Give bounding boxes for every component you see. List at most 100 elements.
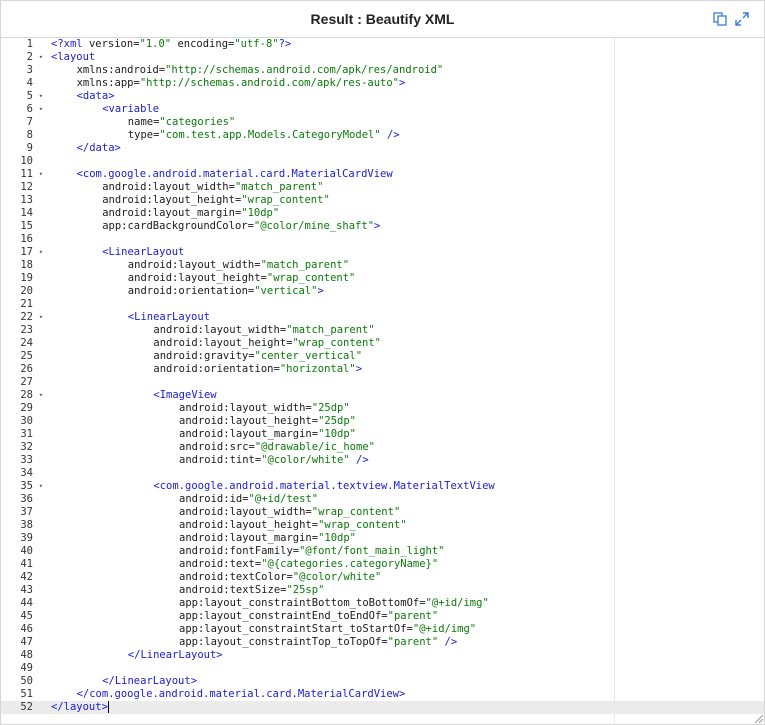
- code-line[interactable]: <variable: [45, 103, 764, 116]
- line-number-text: 32: [20, 441, 33, 453]
- fold-arrow-icon[interactable]: ▾: [39, 51, 43, 64]
- code-line[interactable]: android:textColor="@color/white": [45, 571, 764, 584]
- code-line[interactable]: xmlns:android="http://schemas.android.co…: [45, 64, 764, 77]
- code-line[interactable]: app:layout_constraintEnd_toEndOf="parent…: [45, 610, 764, 623]
- line-number: 43: [1, 584, 45, 597]
- fold-arrow-icon[interactable]: ▾: [39, 311, 43, 324]
- code-line[interactable]: </data>: [45, 142, 764, 155]
- code-line[interactable]: android:layout_height="wrap_content": [45, 337, 764, 350]
- code-line[interactable]: name="categories": [45, 116, 764, 129]
- copy-icon[interactable]: [712, 11, 728, 27]
- code-token: android:layout_width=: [179, 402, 312, 414]
- code-line[interactable]: android:layout_height="wrap_content": [45, 519, 764, 532]
- code-line[interactable]: app:layout_constraintBottom_toBottomOf="…: [45, 597, 764, 610]
- code-token: "wrap_content": [241, 194, 330, 206]
- line-number: 34: [1, 467, 45, 480]
- code-token: <?xml: [51, 38, 89, 50]
- code-line[interactable]: </com.google.android.material.card.Mater…: [45, 688, 764, 701]
- line-number: 10: [1, 155, 45, 168]
- code-line[interactable]: android:layout_height="25dp": [45, 415, 764, 428]
- line-number-text: 48: [20, 649, 33, 661]
- code-line[interactable]: android:fontFamily="@font/font_main_ligh…: [45, 545, 764, 558]
- code-line[interactable]: android:layout_margin="10dp": [45, 532, 764, 545]
- code-line[interactable]: android:layout_height="wrap_content": [45, 272, 764, 285]
- code-line[interactable]: android:textSize="25sp": [45, 584, 764, 597]
- code-token: />: [349, 454, 369, 466]
- line-number: 47: [1, 636, 45, 649]
- code-line[interactable]: [45, 662, 764, 675]
- code-line[interactable]: android:orientation="horizontal">: [45, 363, 764, 376]
- code-line[interactable]: <?xml version="1.0" encoding="utf-8"?>: [45, 38, 764, 51]
- code-line[interactable]: type="com.test.app.Models.CategoryModel"…: [45, 129, 764, 142]
- code-line[interactable]: [45, 233, 764, 246]
- line-number-text: 28: [20, 389, 33, 401]
- line-number-text: 5: [26, 90, 33, 102]
- code-line[interactable]: [45, 298, 764, 311]
- code-line[interactable]: <LinearLayout: [45, 311, 764, 324]
- resize-handle-icon[interactable]: [755, 715, 763, 723]
- code-line[interactable]: <layout: [45, 51, 764, 64]
- code-line[interactable]: <com.google.android.material.textview.Ma…: [45, 480, 764, 493]
- code-line[interactable]: android:src="@drawable/ic_home": [45, 441, 764, 454]
- line-number: 16: [1, 233, 45, 246]
- line-number: 42: [1, 571, 45, 584]
- code-line[interactable]: android:tint="@color/white" />: [45, 454, 764, 467]
- line-number-text: 52: [20, 701, 33, 713]
- line-number-text: 29: [20, 402, 33, 414]
- code-line[interactable]: android:text="@{categories.categoryName}…: [45, 558, 764, 571]
- code-line[interactable]: [45, 467, 764, 480]
- code-line[interactable]: android:layout_width="match_parent": [45, 181, 764, 194]
- code-line[interactable]: android:layout_height="wrap_content": [45, 194, 764, 207]
- code-line[interactable]: android:orientation="vertical">: [45, 285, 764, 298]
- code-line[interactable]: android:layout_width="wrap_content": [45, 506, 764, 519]
- code-line[interactable]: xmlns:app="http://schemas.android.com/ap…: [45, 77, 764, 90]
- code-line[interactable]: android:layout_width="match_parent": [45, 324, 764, 337]
- code-line[interactable]: android:gravity="center_vertical": [45, 350, 764, 363]
- fold-arrow-icon[interactable]: ▾: [39, 90, 43, 103]
- code-line[interactable]: <com.google.android.material.card.Materi…: [45, 168, 764, 181]
- code-line[interactable]: android:layout_width="match_parent": [45, 259, 764, 272]
- line-number-text: 17: [20, 246, 33, 258]
- line-number: 24: [1, 337, 45, 350]
- line-number: 35 ▾: [1, 480, 45, 493]
- code-line[interactable]: android:layout_margin="10dp": [45, 207, 764, 220]
- code-token: </LinearLayout>: [127, 649, 223, 661]
- code-line[interactable]: android:id="@+id/test": [45, 493, 764, 506]
- fold-arrow-icon[interactable]: ▾: [39, 103, 43, 116]
- code-line[interactable]: [45, 376, 764, 389]
- line-number-text: 23: [20, 324, 33, 336]
- fold-arrow-icon[interactable]: ▾: [39, 480, 43, 493]
- code-token: "categories": [159, 116, 236, 128]
- line-number: 1: [1, 38, 45, 51]
- line-number-text: 9: [26, 142, 33, 154]
- line-number: 45: [1, 610, 45, 623]
- line-number: 25: [1, 350, 45, 363]
- code-line[interactable]: </layout>: [45, 701, 764, 714]
- code-line[interactable]: </LinearLayout>: [45, 649, 764, 662]
- code-line[interactable]: <ImageView: [45, 389, 764, 402]
- line-number: 44: [1, 597, 45, 610]
- line-number: 49: [1, 662, 45, 675]
- fold-arrow-icon[interactable]: ▾: [39, 246, 43, 259]
- code-line[interactable]: app:layout_constraintTop_toTopOf="parent…: [45, 636, 764, 649]
- code-token: />: [438, 636, 458, 648]
- code-line[interactable]: app:cardBackgroundColor="@color/mine_sha…: [45, 220, 764, 233]
- line-number-text: 34: [20, 467, 33, 479]
- code-line[interactable]: android:layout_width="25dp": [45, 402, 764, 415]
- code-line[interactable]: [45, 155, 764, 168]
- fold-arrow-icon[interactable]: ▾: [39, 389, 43, 402]
- code-editor[interactable]: 1 2 ▾ 3 4 5 ▾ 6 ▾ 7 8 9 10 11 ▾ 12 13 14 15 16 17 ▾ 18 19 20 21 22…: [1, 38, 764, 724]
- code-area[interactable]: <?xml version="1.0" encoding="utf-8"?> <l…: [45, 38, 764, 724]
- result-panel: Result : Beautify XML 1 2 ▾ 3 4 5 ▾ 6 ▾ 7 8 9 10 11 ▾ 1…: [0, 0, 765, 725]
- code-line[interactable]: </LinearLayout>: [45, 675, 764, 688]
- expand-icon[interactable]: [734, 11, 750, 27]
- code-token: "25dp": [318, 415, 357, 427]
- code-line[interactable]: <LinearLayout: [45, 246, 764, 259]
- line-number-text: 10: [20, 155, 33, 167]
- line-number: 13: [1, 194, 45, 207]
- code-line[interactable]: <data>: [45, 90, 764, 103]
- code-token: android:gravity=: [153, 350, 255, 362]
- code-line[interactable]: android:layout_margin="10dp": [45, 428, 764, 441]
- fold-arrow-icon[interactable]: ▾: [39, 168, 43, 181]
- code-line[interactable]: app:layout_constraintStart_toStartOf="@+…: [45, 623, 764, 636]
